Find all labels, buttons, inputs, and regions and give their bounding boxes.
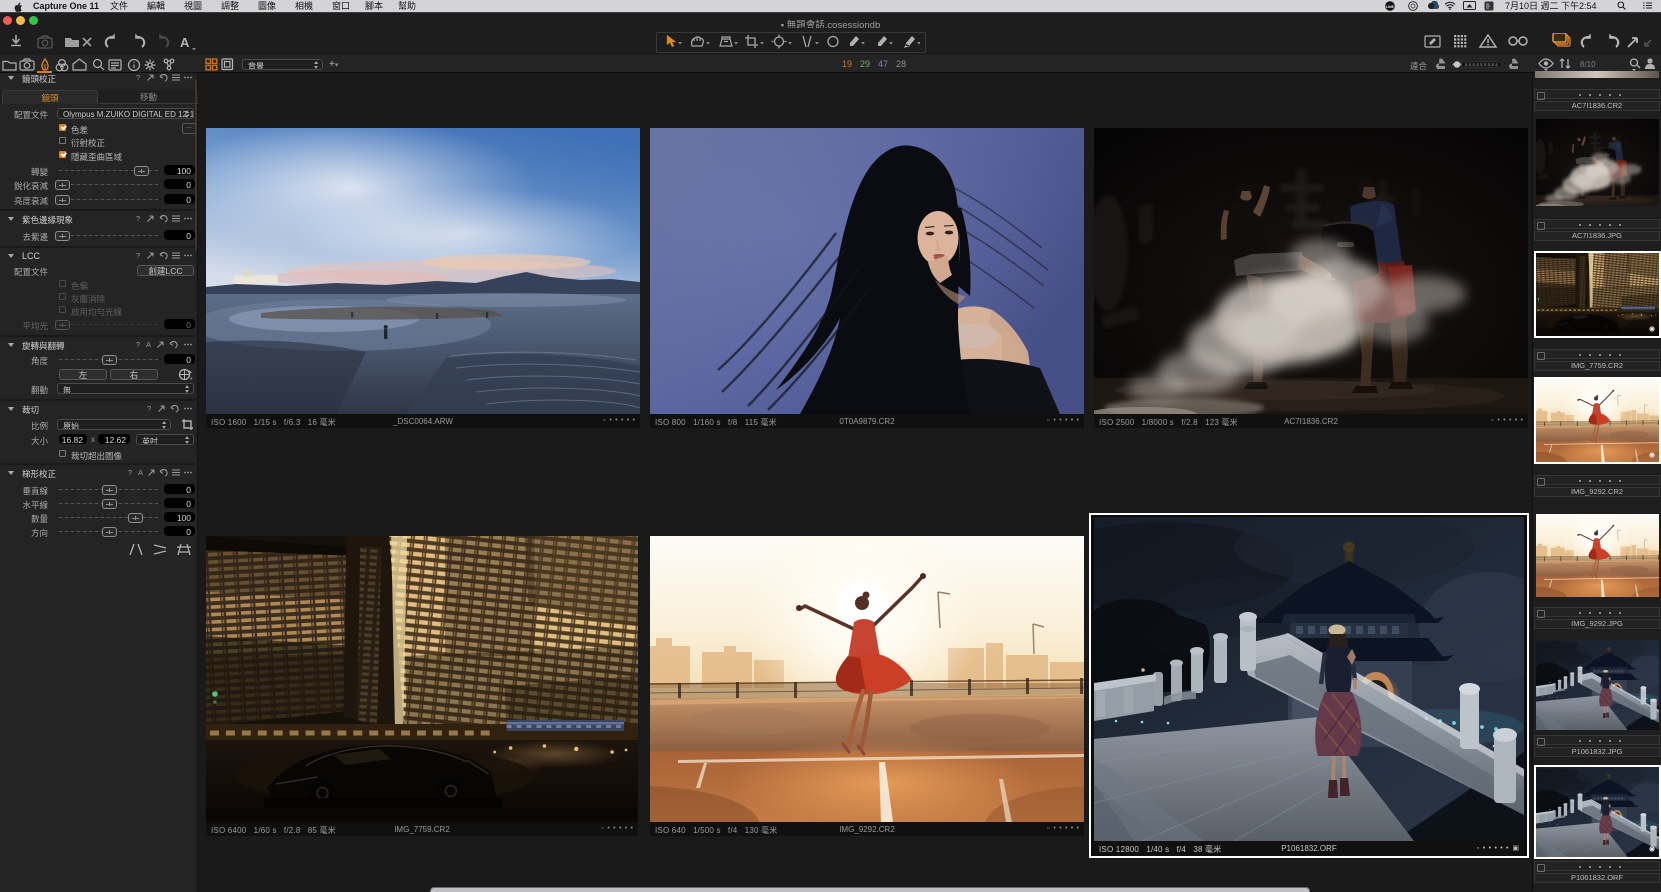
svg-text:▾: ▾ <box>190 376 193 381</box>
svg-text:LINE: LINE <box>1386 5 1394 9</box>
